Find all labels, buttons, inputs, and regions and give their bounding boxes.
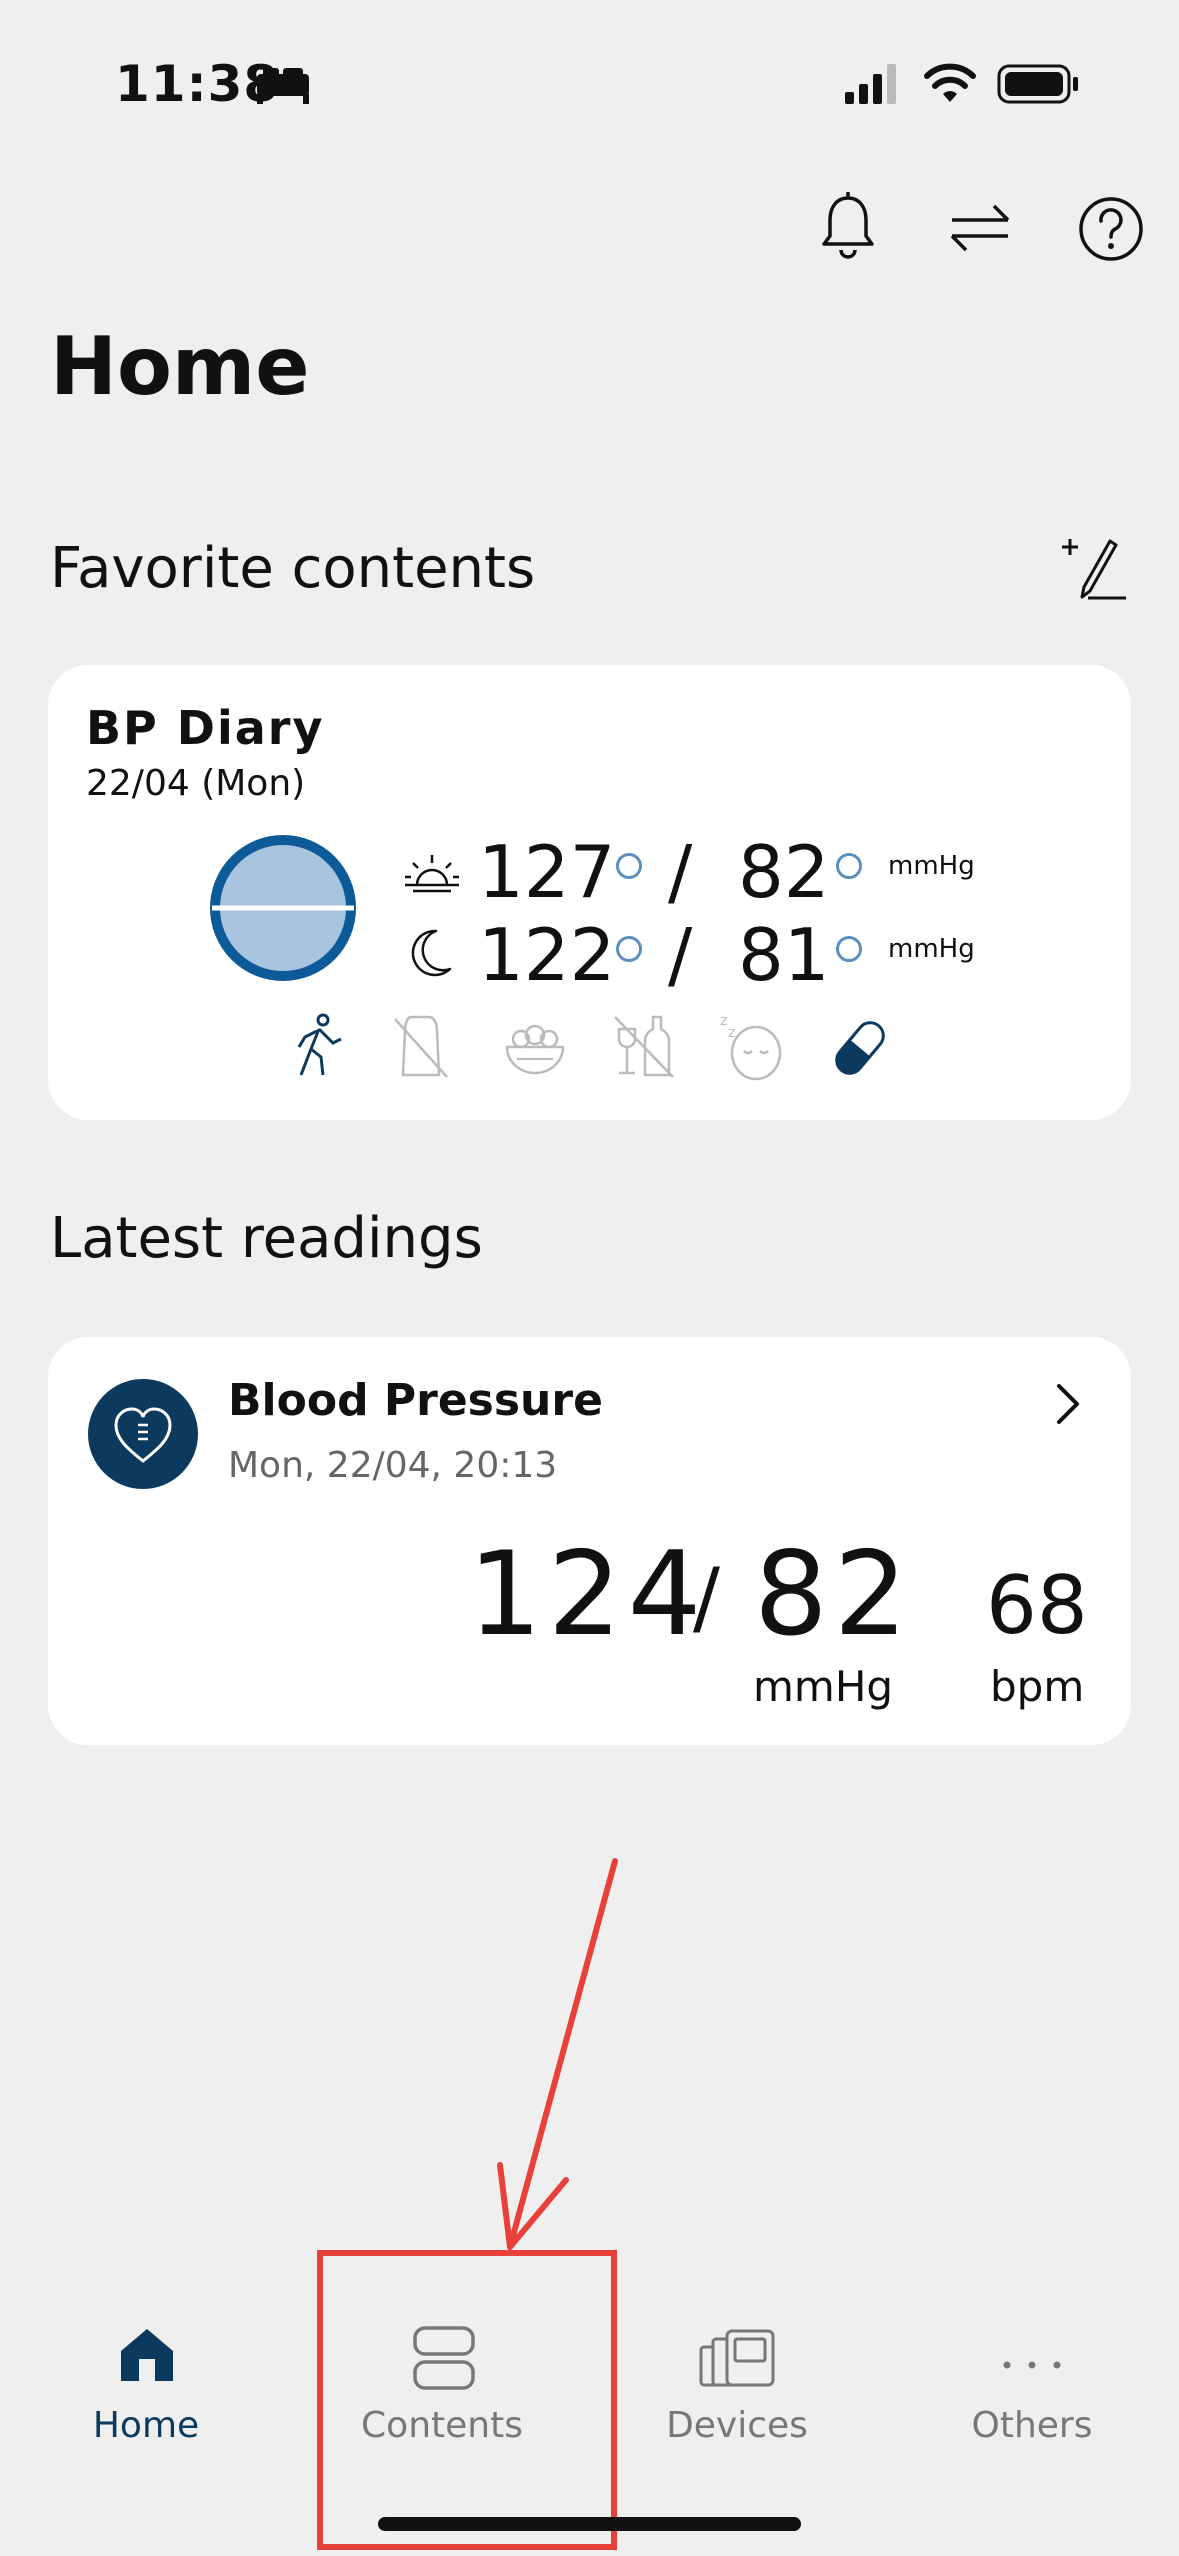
evening-systolic: 122 xyxy=(478,913,616,997)
tab-devices-label: Devices xyxy=(666,2405,808,2446)
pulse-value: 68 xyxy=(986,1559,1088,1652)
chevron-right-icon[interactable] xyxy=(1053,1382,1083,1430)
tab-home[interactable]: Home xyxy=(26,2315,266,2465)
bp-diary-summary-circle xyxy=(208,833,358,987)
devices-icon xyxy=(699,2329,775,2391)
bp-diary-card[interactable]: BP Diary 22/04 (Mon) 127 / 82 mmHg 122 / xyxy=(48,665,1131,1120)
bp-card-title: Blood Pressure xyxy=(228,1375,603,1426)
morning-separator: / xyxy=(668,830,693,914)
bp-separator: / xyxy=(693,1551,720,1644)
morning-diastolic-marker xyxy=(836,853,862,879)
notification-bell-icon[interactable] xyxy=(818,192,878,264)
edit-favorites-icon[interactable] xyxy=(1060,535,1130,605)
page-title: Home xyxy=(50,320,310,413)
medication-icon xyxy=(833,1017,887,1083)
svg-text:z: z xyxy=(720,1013,727,1029)
sleep-icon: z z xyxy=(716,1011,786,1085)
more-dots-icon xyxy=(1002,2355,1062,2374)
moon-icon xyxy=(410,927,454,983)
help-icon[interactable] xyxy=(1078,196,1144,266)
tab-others-label: Others xyxy=(971,2405,1093,2446)
sync-transfer-icon[interactable] xyxy=(948,200,1012,260)
bp-diastolic-value: 82 xyxy=(754,1527,914,1662)
home-indicator[interactable] xyxy=(378,2517,801,2531)
evening-separator: / xyxy=(668,913,693,997)
wifi-icon xyxy=(923,62,977,108)
tab-home-label: Home xyxy=(92,2405,200,2446)
morning-systolic-marker xyxy=(616,853,642,879)
bp-diary-date: 22/04 (Mon) xyxy=(86,763,306,804)
exercise-icon xyxy=(293,1013,343,1083)
heart-shield-icon xyxy=(88,1379,198,1493)
pulse-unit: bpm xyxy=(990,1662,1085,1711)
sleep-mode-icon xyxy=(255,66,311,110)
evening-diastolic-marker xyxy=(836,936,862,962)
sunrise-icon xyxy=(403,851,461,899)
blood-pressure-card[interactable]: Blood Pressure Mon, 22/04, 20:13 124 / 8… xyxy=(48,1337,1131,1745)
tab-others[interactable]: Others xyxy=(912,2315,1152,2465)
battery-icon xyxy=(997,64,1081,108)
alcohol-icon xyxy=(613,1013,675,1083)
evening-diastolic: 81 xyxy=(738,913,830,997)
annotation-highlight-box xyxy=(317,2250,617,2550)
vegetables-icon xyxy=(503,1021,567,1079)
morning-systolic: 127 xyxy=(478,830,616,914)
bp-diary-title: BP Diary xyxy=(86,701,325,755)
bp-pressure-unit: mmHg xyxy=(753,1662,894,1711)
evening-unit: mmHg xyxy=(888,934,975,964)
evening-systolic-marker xyxy=(616,936,642,962)
morning-unit: mmHg xyxy=(888,851,975,881)
svg-text:z: z xyxy=(728,1025,735,1041)
bp-card-datetime: Mon, 22/04, 20:13 xyxy=(228,1445,558,1486)
home-icon xyxy=(119,2327,175,2387)
favorite-contents-heading: Favorite contents xyxy=(50,536,536,601)
salt-icon xyxy=(393,1013,449,1083)
latest-readings-heading: Latest readings xyxy=(50,1206,483,1271)
tab-devices[interactable]: Devices xyxy=(617,2315,857,2465)
annotation-arrow xyxy=(480,1855,640,2269)
morning-diastolic: 82 xyxy=(738,830,830,914)
bp-systolic-value: 124 xyxy=(468,1527,708,1662)
cellular-signal-icon xyxy=(845,64,901,108)
